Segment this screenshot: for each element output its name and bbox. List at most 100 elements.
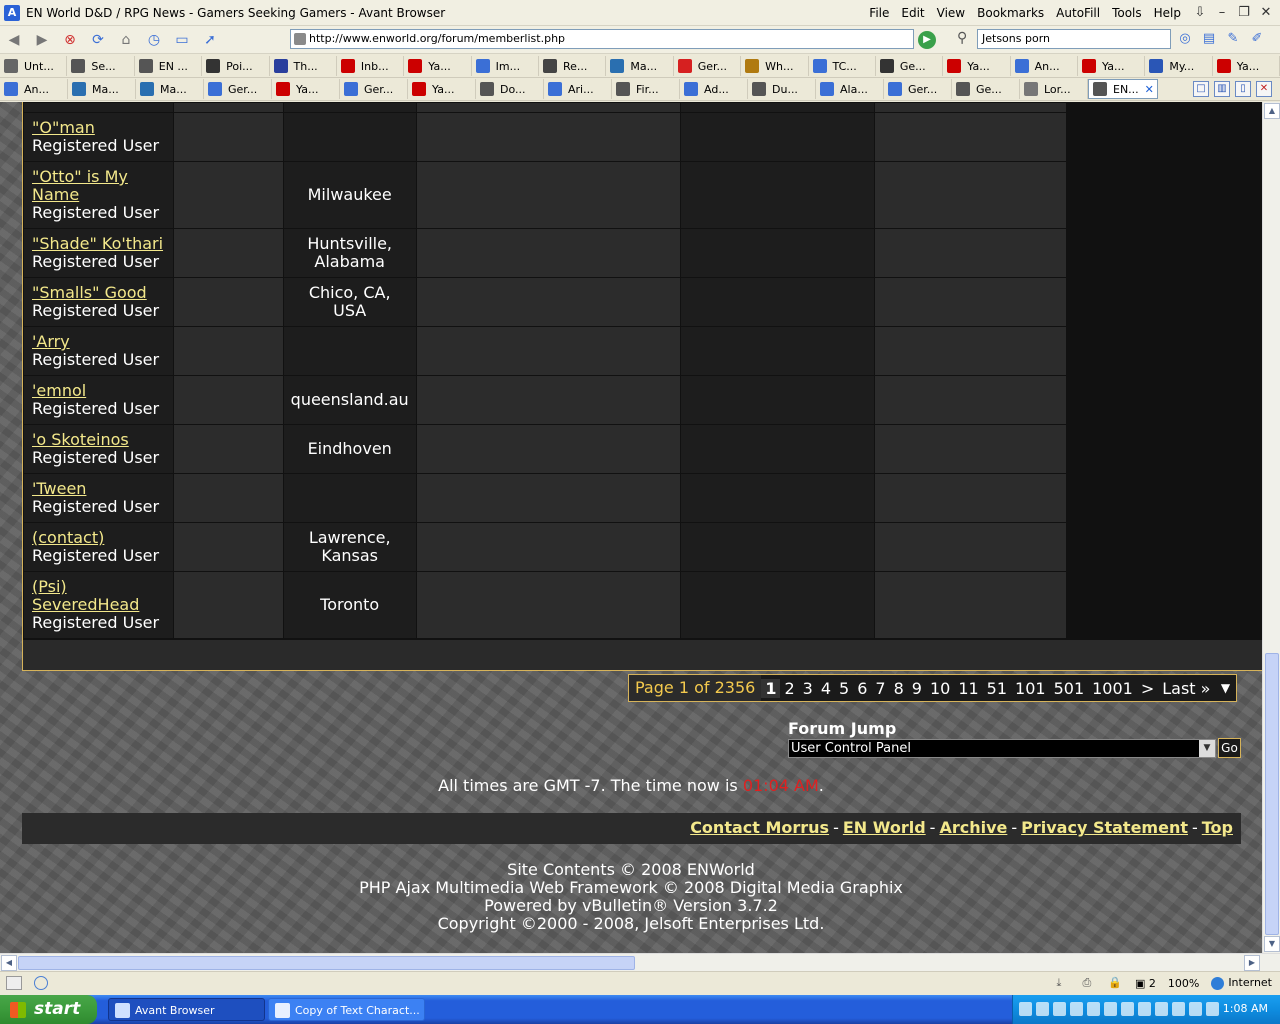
printer-icon[interactable]: ⎙ xyxy=(1079,976,1095,990)
menu-autofill[interactable]: AutoFill xyxy=(1055,6,1101,20)
browser-tab[interactable]: Ger... xyxy=(674,56,742,76)
vertical-scroll-thumb[interactable] xyxy=(1265,653,1279,935)
go-icon[interactable]: ▶ xyxy=(918,31,936,49)
search-icon[interactable]: ⚲ xyxy=(957,30,967,46)
page-link[interactable]: 11 xyxy=(954,679,982,698)
page-link[interactable]: 8 xyxy=(890,679,908,698)
browser-tab[interactable]: Ger... xyxy=(204,79,272,99)
lock-icon[interactable]: 🔒 xyxy=(1107,976,1123,990)
member-name-link[interactable]: Name xyxy=(32,185,79,204)
footer-link-contact-morrus[interactable]: Contact Morrus xyxy=(690,818,829,837)
horizontal-scroll-thumb[interactable] xyxy=(18,956,635,970)
brush-icon[interactable]: ✐ xyxy=(1248,30,1266,48)
browser-tab[interactable]: Ger... xyxy=(340,79,408,99)
browser-tab[interactable]: Ya... xyxy=(1078,56,1146,76)
page-link[interactable]: Last » xyxy=(1158,679,1214,698)
home-icon[interactable]: ⌂ xyxy=(112,29,140,51)
page-link[interactable]: 3 xyxy=(799,679,817,698)
page-link[interactable]: 4 xyxy=(817,679,835,698)
browser-tab[interactable]: Do... xyxy=(476,79,544,99)
member-name-link[interactable]: "O"man xyxy=(32,118,95,137)
tile-icon[interactable]: ▯ xyxy=(1235,81,1251,97)
forum-jump-go-button[interactable]: Go xyxy=(1218,738,1241,758)
footer-link-privacy-statement[interactable]: Privacy Statement xyxy=(1021,818,1188,837)
tab-count-group[interactable]: ▣ 2 xyxy=(1135,977,1156,990)
browser-tab[interactable]: Ya... xyxy=(1213,56,1280,76)
tray-app-icon[interactable] xyxy=(1138,1002,1151,1016)
close-icon[interactable]: ✕ xyxy=(1258,5,1274,21)
browser-tab[interactable]: Ma... xyxy=(606,56,674,76)
tray-app-icon[interactable] xyxy=(1104,1002,1117,1016)
tab-close-icon[interactable]: ✕ xyxy=(1145,83,1154,96)
menu-tools[interactable]: Tools xyxy=(1111,6,1143,20)
browser-tab[interactable]: Se... xyxy=(67,56,135,76)
page-menu-dropdown-icon[interactable]: ▼ xyxy=(1214,681,1236,695)
browser-tab[interactable]: Im... xyxy=(472,56,539,76)
member-name-link[interactable]: 'emnol xyxy=(32,381,86,400)
browser-tab[interactable]: Du... xyxy=(748,79,816,99)
pointer-icon[interactable]: ➚ xyxy=(196,29,224,51)
member-name-link[interactable]: (contact) xyxy=(32,528,104,547)
tray-app-icon[interactable] xyxy=(1036,1002,1049,1016)
browser-tab[interactable]: Lor... xyxy=(1020,79,1088,99)
tray-app-icon[interactable] xyxy=(1172,1002,1185,1016)
zoom-level[interactable]: 100% xyxy=(1168,977,1199,990)
browser-tab[interactable]: Ma... xyxy=(136,79,204,99)
history-icon[interactable]: ◷ xyxy=(140,29,168,51)
cascade-icon[interactable]: ▥ xyxy=(1214,81,1230,97)
tray-app-icon[interactable] xyxy=(1121,1002,1134,1016)
back-icon[interactable]: ◀ xyxy=(0,29,28,51)
vertical-scrollbar[interactable]: ▲ ▼ xyxy=(1262,102,1280,953)
window-icon[interactable]: ▭ xyxy=(168,29,196,51)
browser-tab[interactable]: EN... ✕ xyxy=(1088,79,1158,99)
taskbar-item-avant-browser[interactable]: Avant Browser xyxy=(108,998,265,1021)
browser-tab[interactable]: Ma... xyxy=(68,79,136,99)
page-link[interactable]: 101 xyxy=(1011,679,1050,698)
browser-tab[interactable]: Wh... xyxy=(741,56,809,76)
page-link[interactable]: 6 xyxy=(853,679,871,698)
page-link[interactable]: 5 xyxy=(835,679,853,698)
menu-help[interactable]: Help xyxy=(1153,6,1182,20)
browser-tab[interactable]: Ala... xyxy=(816,79,884,99)
restore-down-icon[interactable]: ⇩ xyxy=(1192,5,1208,21)
browser-tab[interactable]: Ge... xyxy=(876,56,944,76)
menu-file[interactable]: File xyxy=(868,6,890,20)
menu-edit[interactable]: Edit xyxy=(900,6,925,20)
browser-tab[interactable]: Unt... xyxy=(0,56,68,76)
taskbar-item-text-document[interactable]: Copy of Text Charact... xyxy=(268,998,425,1021)
scroll-down-icon[interactable]: ▼ xyxy=(1264,936,1280,952)
footer-link-archive[interactable]: Archive xyxy=(939,818,1007,837)
page-link[interactable]: 2 xyxy=(780,679,798,698)
member-name-link[interactable]: "Shade" Ko'thari xyxy=(32,234,163,253)
notes-icon[interactable]: ✎ xyxy=(1224,30,1242,48)
tray-app-icon[interactable] xyxy=(1087,1002,1100,1016)
member-name-link[interactable]: SeveredHead xyxy=(32,595,139,614)
tray-app-icon[interactable] xyxy=(1189,1002,1202,1016)
close-tab-icon[interactable]: ✕ xyxy=(1256,81,1272,97)
browser-tab[interactable]: TC... xyxy=(809,56,876,76)
footer-link-en-world[interactable]: EN World xyxy=(843,818,926,837)
tray-app-icon[interactable] xyxy=(1155,1002,1168,1016)
browser-tab[interactable]: An... xyxy=(0,79,68,99)
browser-tab[interactable]: Ya... xyxy=(408,79,476,99)
web-search-icon[interactable]: ◎ xyxy=(1176,30,1194,48)
footer-link-top[interactable]: Top xyxy=(1202,818,1233,837)
browser-tab[interactable]: EN ... xyxy=(135,56,203,76)
browser-tab[interactable]: Ya... xyxy=(404,56,472,76)
minimize-icon[interactable]: – xyxy=(1214,5,1230,21)
clock[interactable]: 1:08 AM xyxy=(1223,1002,1268,1015)
page-link[interactable]: 9 xyxy=(908,679,926,698)
member-name-link[interactable]: 'Arry xyxy=(32,332,70,351)
page-link[interactable]: 1001 xyxy=(1088,679,1137,698)
forward-icon[interactable]: ▶ xyxy=(28,29,56,51)
menu-view[interactable]: View xyxy=(936,6,966,20)
browser-tab[interactable]: Ad... xyxy=(680,79,748,99)
tray-app-icon[interactable] xyxy=(1206,1002,1219,1016)
tray-app-icon[interactable] xyxy=(1070,1002,1083,1016)
tray-app-icon[interactable] xyxy=(1053,1002,1066,1016)
browser-tab[interactable]: Ge... xyxy=(952,79,1020,99)
page-icon[interactable]: ▤ xyxy=(1200,30,1218,48)
browser-tab[interactable]: Inb... xyxy=(337,56,405,76)
stop-icon[interactable]: ⊗ xyxy=(56,29,84,51)
address-bar[interactable]: http://www.enworld.org/forum/memberlist.… xyxy=(290,29,914,49)
